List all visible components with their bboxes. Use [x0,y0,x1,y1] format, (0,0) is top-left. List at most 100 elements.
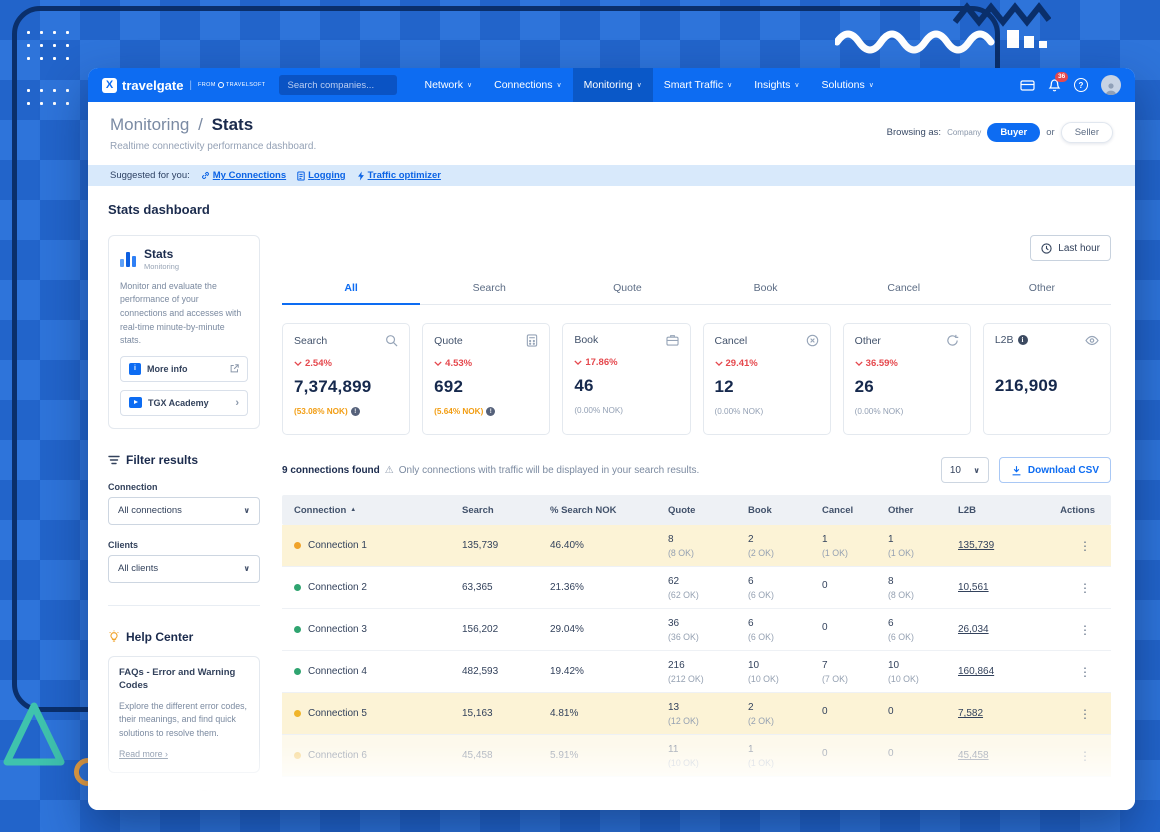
table-row[interactable]: Connection 3 156,202 29.04% 36 (36 OK) 6 (… [282,609,1111,651]
row-actions-button[interactable]: ⋮ [1050,623,1111,637]
clients-filter-select[interactable]: All clients ∨ [108,554,260,583]
table-row[interactable]: Connection 1 135,739 46.40% 8 (8 OK) 2 (2 … [282,525,1111,567]
eye-icon[interactable] [1085,335,1099,346]
cell-l2b[interactable]: 26,034 [958,624,1050,635]
page-background: X travelgate | FROM TRAVELSOFT Network ∨… [0,0,1160,832]
nav-item-monitoring[interactable]: Monitoring ∨ [572,68,653,102]
cell-book: 6 [748,617,754,629]
next-help-article[interactable]: Discrepancy between TGX [108,789,260,800]
column-header-search[interactable]: Search [462,505,550,516]
cell-l2b[interactable]: 135,739 [958,540,1050,551]
cell-l2b[interactable]: 160,864 [958,666,1050,677]
table-row[interactable]: Connection 2 63,365 21.36% 62 (62 OK) 6 (6… [282,567,1111,609]
nav-label: Solutions [821,79,865,91]
buyer-toggle-button[interactable]: Buyer [987,123,1041,142]
row-actions-button[interactable]: ⋮ [1050,707,1111,721]
link-traffic-optimizer[interactable]: Traffic optimizer [357,170,441,181]
user-avatar[interactable] [1101,75,1121,95]
cell-l2b[interactable]: 7,582 [958,708,1050,719]
card-icon[interactable] [1020,79,1035,92]
row-actions-button[interactable]: ⋮ [1050,749,1111,763]
help-icon[interactable]: ? [1074,78,1088,92]
read-more-link[interactable]: Read more › [119,749,168,759]
arrow-down-icon [294,361,302,366]
tab-search[interactable]: Search [420,274,558,304]
link-logging[interactable]: Logging [297,170,346,181]
column-header-quote[interactable]: Quote [668,505,748,516]
cell-quote-ok: (36 OK) [668,631,699,642]
column-header-book[interactable]: Book [748,505,822,516]
arrow-down-icon [714,361,723,366]
breadcrumb-monitoring[interactable]: Monitoring [110,115,189,134]
suggested-bar: Suggested for you: My Connections Loggin… [88,165,1135,186]
time-range-button[interactable]: Last hour [1030,235,1111,261]
nav-item-smart-traffic[interactable]: Smart Traffic ∨ [653,68,743,102]
kebab-icon: ⋮ [1079,664,1091,679]
cell-quote: 11 [668,743,679,755]
tab-all[interactable]: All [282,274,421,305]
delta-value: 4.53% [445,358,473,369]
info-icon[interactable]: i [1017,335,1028,345]
connection-filter-select[interactable]: All connections ∨ [108,496,260,525]
link-my-connections[interactable]: My Connections [201,170,286,181]
seller-toggle-button[interactable]: Seller [1060,122,1113,143]
briefcase-icon [665,334,679,346]
logo-travelsoft-label: TRAVELSOFT [225,82,266,88]
nav-item-network[interactable]: Network ∨ [413,68,483,102]
lightbulb-icon [109,630,119,643]
card-title: Quote [434,334,463,347]
column-header-cancel[interactable]: Cancel [822,505,888,516]
search-input[interactable] [279,75,398,95]
row-actions-button[interactable]: ⋮ [1050,539,1111,553]
page-size-value: 10 [949,464,961,476]
kebab-icon: ⋮ [1079,538,1091,553]
download-csv-button[interactable]: Download CSV [998,457,1111,483]
card-title: L2B [994,334,1014,346]
breadcrumb-separator: / [198,115,203,134]
logo-from-label: FROM [198,82,216,88]
tab-quote[interactable]: Quote [558,274,696,304]
cell-quote-ok: (10 OK) [668,757,699,768]
table-row[interactable]: Connection 6 45,458 5.91% 11 (10 OK) 1 (1 … [282,735,1111,777]
column-header-l2b[interactable]: L2B [958,505,1050,516]
table-row[interactable]: Connection 5 15,163 4.81% 13 (12 OK) 2 (2 … [282,693,1111,735]
column-header-search-nok[interactable]: % Search NOK [550,505,668,516]
tab-book[interactable]: Book [697,274,835,304]
cell-book-ok: (6 OK) [748,631,774,642]
cell-cancel: 7 [822,659,828,671]
column-header-other[interactable]: Other [888,505,958,516]
chevron-down-icon: ∨ [794,82,800,89]
more-info-button[interactable]: i More info [120,355,248,382]
row-actions-button[interactable]: ⋮ [1050,665,1111,679]
tgx-academy-button[interactable]: TGX Academy › [120,389,248,416]
cell-book: 1 [748,743,754,755]
clock-icon [1041,242,1052,254]
notifications-bell-icon[interactable]: 36 [1048,72,1069,92]
cell-search-nok: 21.36% [550,582,584,593]
page-title: Stats [211,115,254,134]
stat-card-quote: Quote 4.53% 692 (5.64% NOK) ! [422,323,551,435]
nav-item-insights[interactable]: Insights ∨ [743,68,810,102]
row-actions-button[interactable]: ⋮ [1050,581,1111,595]
tab-cancel[interactable]: Cancel [835,274,973,304]
table-row[interactable]: Connection 4 482,593 19.42% 216 (212 OK) … [282,651,1111,693]
or-label: or [1046,127,1055,138]
tab-other[interactable]: Other [973,274,1111,304]
delta-down: 36.59% [855,358,959,369]
cell-l2b[interactable]: 45,458 [958,750,1050,761]
nav-item-solutions[interactable]: Solutions ∨ [811,68,885,102]
cell-cancel-ok [822,636,888,637]
stat-cards: Search 2.54% 7,374,899 (53.08% NOK) ! Qu… [282,323,1111,435]
help-article-card: FAQs - Error and Warning Codes Explore t… [108,655,260,774]
connection-name: Connection 3 [308,624,367,635]
dashboard-content: Last hour All Search Quote Book Cancel O… [282,235,1111,800]
delta-placeholder [995,357,1099,368]
column-header-connection[interactable]: Connection ▲ [282,505,462,516]
cell-book-ok: (6 OK) [748,589,774,600]
chevron-down-icon: ∨ [467,82,473,89]
travelgate-logo[interactable]: X travelgate | FROM TRAVELSOFT [102,77,266,93]
page-size-select[interactable]: 10 ∨ [940,457,989,483]
cell-l2b[interactable]: 10,561 [958,582,1050,593]
cell-other-ok: (8 OK) [888,589,914,600]
nav-item-connections[interactable]: Connections ∨ [483,68,573,102]
